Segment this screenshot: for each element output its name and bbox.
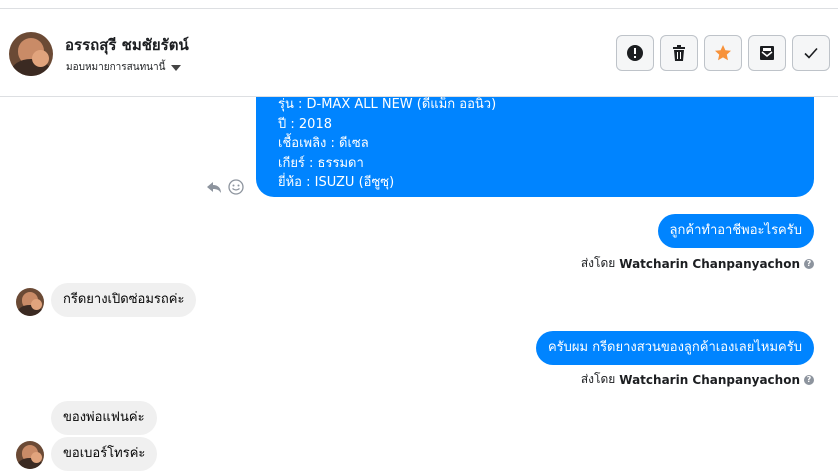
message-bubble-incoming[interactable]: กรีดยางเปิดซ่อมรถค่ะ (51, 283, 197, 317)
contact-avatar[interactable] (9, 32, 53, 76)
agent-name[interactable]: Watcharin Chanpanyachon (619, 373, 800, 387)
reply-icon[interactable] (206, 179, 222, 195)
star-icon (715, 45, 731, 61)
car-gear-line: เกียร์ : ธรรมดา (278, 155, 364, 171)
alert-icon (627, 45, 643, 61)
car-model-line: รุ่น : D-MAX ALL NEW (ดีแม็ก ออนิว) (278, 97, 497, 112)
customer-avatar[interactable] (16, 441, 44, 469)
smiley-icon[interactable] (228, 179, 244, 195)
contact-name[interactable]: อรรถสุรี ชมชัยรัตน์ (65, 33, 189, 57)
check-icon (804, 47, 818, 59)
star-button[interactable] (704, 35, 742, 71)
envelope-icon (760, 46, 774, 60)
customer-avatar[interactable] (16, 288, 44, 316)
message-bubble-outgoing[interactable]: ครับผม กรีดยางสวนของลูกค้าเองเลยไหมครับ (535, 331, 814, 365)
car-details-message[interactable]: รุ่น : D-MAX ALL NEW (ดีแม็ก ออนิว) ปี :… (256, 85, 814, 197)
sent-by-line: ส่งโดย Watcharin Chanpanyachon ? (581, 254, 814, 273)
sent-by-prefix: ส่งโดย (580, 256, 616, 270)
message-bubble-outgoing[interactable]: ลูกค้าทำอาชีพอะไรครับ (657, 214, 814, 248)
message-reactions (206, 179, 244, 195)
delete-button[interactable] (660, 35, 698, 71)
help-icon[interactable]: ? (804, 258, 814, 269)
caret-down-icon (171, 64, 182, 71)
assign-label: มอบหมายการสนทนานี้ (66, 62, 166, 73)
sent-by-line: ส่งโดย Watcharin Chanpanyachon ? (581, 370, 814, 389)
car-brand-line: ยี่ห้อ : ISUZU (อีซูซุ) (278, 175, 395, 190)
message-thread: รุ่น : D-MAX ALL NEW (ดีแม็ก ออนิว) ปี :… (0, 85, 838, 474)
help-icon[interactable]: ? (804, 374, 814, 385)
mark-done-button[interactable] (792, 35, 830, 71)
conversation-header: อรรถสุรี ชมชัยรัตน์ มอบหมายการสนทนานี้ (0, 8, 838, 97)
agent-name[interactable]: Watcharin Chanpanyachon (619, 257, 800, 271)
message-bubble-incoming[interactable]: ขอเบอร์โทรค่ะ (51, 437, 158, 471)
car-year-line: ปี : 2018 (278, 116, 332, 132)
car-fuel-line: เชื้อเพลิง : ดีเซล (278, 136, 369, 151)
report-button[interactable] (616, 35, 654, 71)
sent-by-prefix: ส่งโดย (580, 372, 616, 386)
mark-unread-button[interactable] (748, 35, 786, 71)
message-bubble-incoming[interactable]: ของพ่อแฟนค่ะ (51, 401, 157, 435)
conversation-actions (616, 35, 830, 71)
assign-conversation-dropdown[interactable]: มอบหมายการสนทนานี้ (66, 60, 182, 75)
trash-icon (673, 45, 685, 61)
